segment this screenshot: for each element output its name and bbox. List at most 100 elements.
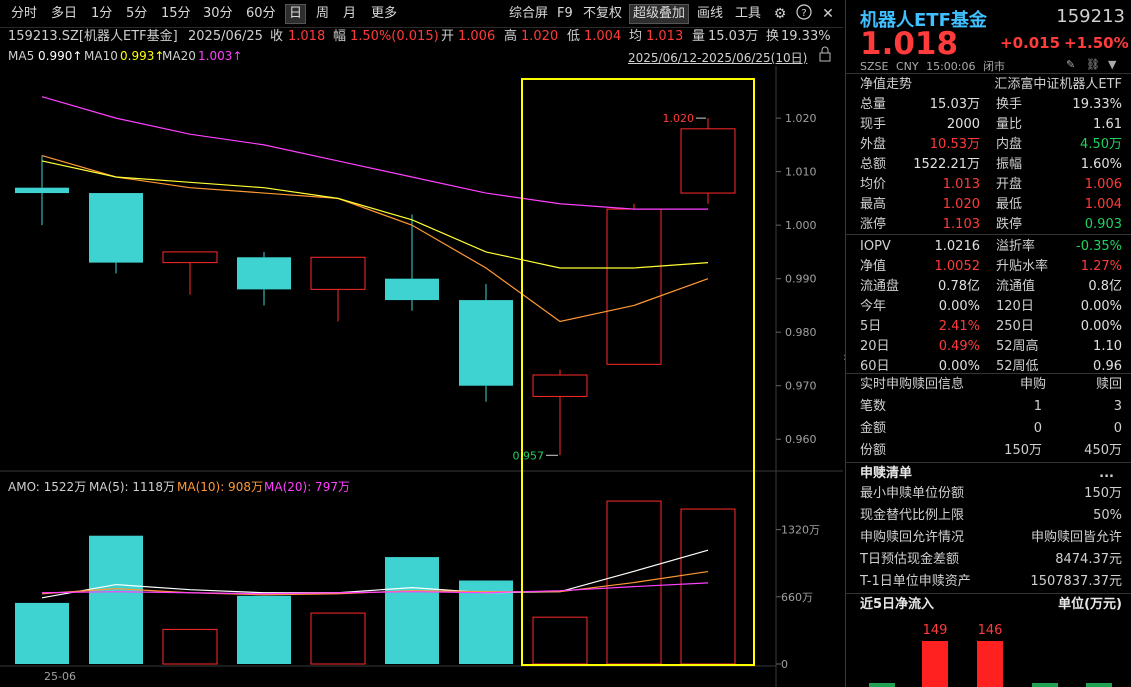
period-tab-month[interactable]: 月 [340,4,359,24]
period-tab-timeshare[interactable]: 分时 [8,4,40,24]
trend-row[interactable]: 净值走势 汇添富中证机器人ETF [860,75,1128,95]
candle-body[interactable] [532,374,588,397]
last-price: 1.018 [860,26,959,62]
list-row-value: 8474.37元 [1055,552,1122,567]
amount-bar[interactable] [89,535,143,664]
y-tick-label: 1.000 [785,219,817,232]
period-toolbar: 分时 多日 1分 5分 15分 30分 60分 日 周 月 更多 综合屏 F9 … [0,0,843,28]
period-tab-30min[interactable]: 30分 [200,4,236,24]
stat-label: 52周低 [996,359,1039,374]
dropdown-icon[interactable]: ▼ [1108,58,1116,71]
period-tab-60min[interactable]: 60分 [243,4,279,24]
flow-unit: 单位(万元) [1058,597,1122,612]
stat-value: 1.020 [942,197,980,212]
stat-label: 5日 [860,319,882,334]
list-row-value: 150万 [1084,486,1122,501]
stat-value: 1.0052 [934,259,981,274]
candle-body[interactable] [237,257,291,290]
divider [846,73,1131,74]
y-tick-label: 0.990 [785,273,817,286]
candle-body[interactable] [606,208,662,365]
period-tab-week[interactable]: 周 [313,4,332,24]
low-marker-label: 0.957 [513,449,545,462]
stat-label: 最高 [860,197,887,212]
stat-label: 120日 [996,299,1034,314]
stat-value: 2000 [946,117,980,132]
edit-icon[interactable]: ✎ [1066,58,1075,71]
ma10-value: 0.993↑ [120,49,165,63]
stat-value: 0.00% [1080,299,1122,314]
link-icon[interactable]: ⛓ [1086,58,1100,71]
candle-body[interactable] [162,251,218,264]
security-code-name: 159213.SZ[机器人ETF基金] [8,29,178,44]
stat-row: 60日 0.00% 52周低 0.96 [860,357,1128,377]
amo-ma10-label: MA(10): 908万 [177,480,263,494]
subscribe-value: 1 [1033,399,1042,414]
f9-button[interactable]: F9 [554,4,576,24]
kline-chart[interactable]: 1.020 0.957 1.020 1.010 1.000 0.990 0.980 0.97… [0,66,843,687]
low-label: 低 [567,29,581,44]
amount-bar[interactable] [532,616,588,665]
stat-label: 量比 [996,117,1023,132]
stat-label: 总量 [860,97,887,112]
period-tab-5min[interactable]: 5分 [123,4,150,24]
composite-screen-button[interactable]: 综合屏 [506,4,551,24]
stat-label: 现手 [860,117,887,132]
stat-value: 0.8亿 [1088,279,1122,294]
close-icon[interactable]: ✕ [818,4,838,24]
kline-chart-area[interactable]: 1.020 0.957 1.020 1.010 1.000 0.990 0.980 0.97… [0,66,843,687]
settings-gear-icon[interactable]: ⚙ [770,4,790,24]
ma20-line [41,96,708,210]
period-tab-1min[interactable]: 1分 [88,4,115,24]
subscribe-row: 金额 0 0 [860,419,1128,439]
candle-body[interactable] [89,193,143,263]
candle-body[interactable] [680,128,736,194]
tools-button[interactable]: 工具 [732,4,764,24]
inflow-bar [869,683,895,687]
list-row-label: 现金替代比例上限 [860,508,965,523]
period-tab-15min[interactable]: 15分 [158,4,194,24]
ma-legend: MA5 0.990↑ MA10 0.993↑ MA20 1.003↑ 2025/… [0,46,843,66]
list-more-button[interactable]: ... [1099,464,1114,484]
amount-bar[interactable] [237,595,291,664]
candle-body[interactable] [459,300,513,386]
stat-row: IOPV 1.0216 溢折率 -0.35% [860,237,1128,257]
inflow-value: 146 [978,623,1003,638]
lock-icon[interactable] [818,46,832,65]
stat-value: 1.103 [942,217,980,232]
stat-label: 最低 [996,197,1023,212]
period-tab-day[interactable]: 日 [285,4,307,24]
stat-label: 250日 [996,319,1034,334]
stat-value: -0.35% [1076,239,1122,254]
amount-bar[interactable] [310,612,366,665]
amount-bar[interactable] [162,628,218,665]
candle-body[interactable] [15,187,69,194]
turnover-value: 19.33% [781,29,831,44]
draw-line-button[interactable]: 画线 [694,4,726,24]
subscribe-value: 150万 [1004,443,1042,458]
amount-bar[interactable] [680,508,736,665]
no-adjust-button[interactable]: 不复权 [580,4,625,24]
creation-list-row: T日预估现金差额 8474.37元 [860,550,1128,570]
ma20-value: 1.003↑ [198,49,243,63]
amount-bar[interactable] [15,602,69,664]
amount-bar[interactable] [385,557,439,664]
stat-label: 溢折率 [996,239,1036,254]
stat-row: 流通盘 0.78亿 流通值 0.8亿 [860,277,1128,297]
candle-body[interactable] [385,278,439,301]
ma5-label: MA5 [8,49,35,63]
candle-body[interactable] [310,256,366,290]
stat-label: 跌停 [996,217,1023,232]
list-row-label: T-1日单位申赎资产 [860,574,971,589]
super-overlay-button[interactable]: 超级叠加 [629,4,690,24]
amo-ma20-label: MA(20): 797万 [264,480,350,494]
period-tab-more[interactable]: 更多 [368,4,400,24]
x-axis-first-label: 25-06 [44,670,76,683]
stat-row: 总额 1522.21万 振幅 1.60% [860,155,1128,175]
stat-label: 换手 [996,97,1023,112]
date-range[interactable]: 2025/06/12-2025/06/25(10日) [628,49,807,66]
help-icon[interactable]: ? [794,4,814,24]
nav-trend-label[interactable]: 净值走势 [860,75,912,95]
volume-value: 15.03万 [708,29,759,44]
period-tab-multiday[interactable]: 多日 [48,4,80,24]
